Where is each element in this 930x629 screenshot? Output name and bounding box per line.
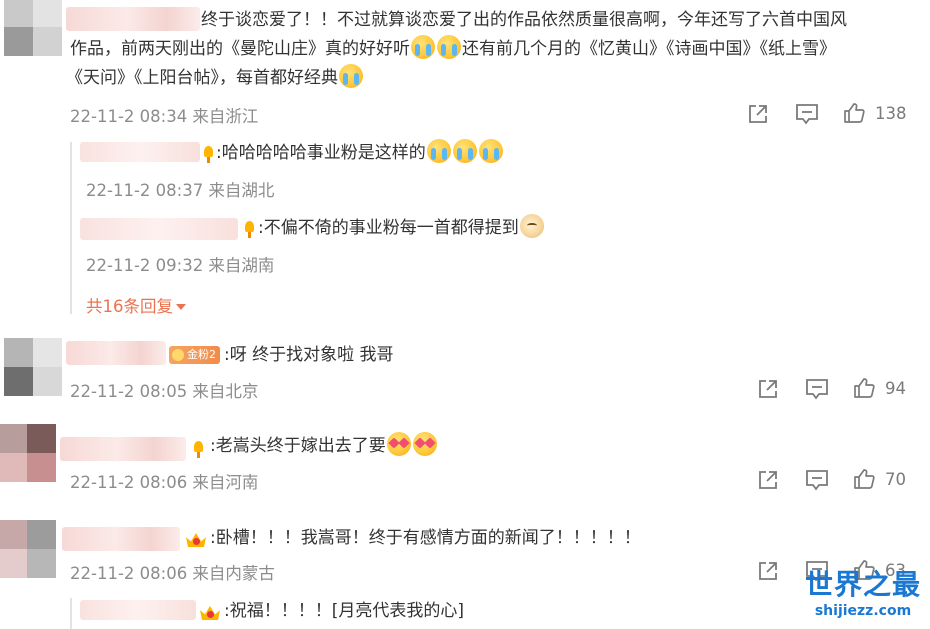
- comment-text: 作品，前两天刚出的《曼陀山庄》真的好好听 还有前几个月的《忆黄山》《诗画中国》《纸…: [70, 35, 836, 64]
- comment-meta: 22-11-2 08:05 来自北京: [70, 382, 259, 401]
- username-blurred[interactable]: [80, 600, 196, 620]
- caret-down-icon: [176, 304, 186, 310]
- crying-emoji-icon: [339, 64, 363, 88]
- share-button[interactable]: [757, 378, 779, 400]
- comment-icon: [796, 104, 818, 125]
- share-icon: [759, 471, 777, 489]
- share-button[interactable]: [757, 560, 779, 582]
- crying-emoji-icon: [426, 139, 451, 163]
- crown-badge-icon: [186, 529, 208, 549]
- reply-text: :祝福！！！！[月亮代表我的心]: [224, 601, 464, 621]
- crying-emoji-icon: [452, 139, 477, 163]
- vip-badge-icon: [192, 441, 205, 458]
- like-button[interactable]: 70: [853, 468, 906, 490]
- reply-text: :哈哈哈哈哈事业粉是这样的: [216, 139, 504, 168]
- vip-badge-icon: [202, 146, 215, 163]
- comment-text: 《天问》《上阳台帖》，每首都好经典: [66, 64, 364, 93]
- doge-emoji-icon: [519, 214, 544, 238]
- comment-icon: [806, 470, 828, 491]
- avatar[interactable]: [4, 338, 62, 396]
- like-count: 70: [885, 469, 906, 489]
- vip-badge-icon: [243, 221, 256, 238]
- like-button[interactable]: 94: [853, 377, 906, 399]
- like-button[interactable]: 138: [843, 102, 907, 124]
- site-watermark: 世界之最 shijiezz.com: [800, 568, 926, 620]
- comment-meta: 22-11-2 08:06 来自河南: [70, 473, 259, 492]
- crying-emoji-icon: [478, 139, 503, 163]
- like-count: 138: [875, 103, 907, 123]
- like-count: 94: [885, 378, 906, 398]
- comment-meta: 22-11-2 08:06 来自内蒙古: [70, 564, 275, 583]
- reply-text: :不偏不倚的事业粉每一首都得提到: [258, 214, 545, 243]
- comment-text: 终于谈恋爱了！！不过就算谈恋爱了出的作品依然质量很高啊，今年还写了六首中国风: [201, 10, 847, 30]
- comment-text: :呀 终于找对象啦 我哥: [224, 345, 394, 365]
- reply-thread: [70, 142, 72, 314]
- username-blurred[interactable]: [60, 437, 186, 461]
- username-blurred[interactable]: [66, 7, 200, 31]
- comment-button[interactable]: [795, 103, 819, 125]
- comment-button[interactable]: [805, 469, 829, 491]
- watermark-title: 世界之最: [804, 568, 921, 601]
- comment-icon: [806, 379, 828, 400]
- heart-eyes-emoji-icon: [386, 432, 411, 456]
- reply-meta: 22-11-2 09:32 来自湖南: [86, 256, 275, 275]
- share-icon: [759, 380, 777, 398]
- avatar[interactable]: [4, 0, 62, 56]
- comment-text: :卧槽！！！我嵩哥！终于有感情方面的新闻了！！！！！: [210, 528, 641, 548]
- share-button[interactable]: [757, 469, 779, 491]
- username-blurred[interactable]: [80, 218, 238, 240]
- crying-emoji-icon: [437, 35, 461, 59]
- username-blurred[interactable]: [80, 142, 200, 162]
- avatar[interactable]: [0, 424, 56, 482]
- thumbs-up-icon: [844, 103, 865, 123]
- crown-badge-icon: [200, 602, 222, 622]
- fan-level-badge: 金粉2: [169, 346, 220, 364]
- share-icon: [759, 562, 777, 580]
- heart-eyes-emoji-icon: [412, 432, 437, 456]
- crying-emoji-icon: [411, 35, 435, 59]
- avatar[interactable]: [0, 520, 56, 578]
- view-more-replies-link[interactable]: 共16条回复: [86, 293, 186, 317]
- reply-meta: 22-11-2 08:37 来自湖北: [86, 181, 275, 200]
- username-blurred[interactable]: [66, 341, 166, 365]
- share-button[interactable]: [747, 103, 769, 125]
- username-blurred[interactable]: [62, 527, 180, 551]
- comment-meta: 22-11-2 08:34 来自浙江: [70, 107, 259, 126]
- watermark-url: shijiezz.com: [814, 603, 912, 619]
- comment-button[interactable]: [805, 378, 829, 400]
- reply-thread: [70, 598, 72, 629]
- comment-text: :老嵩头终于嫁出去了要: [210, 432, 438, 461]
- thumbs-up-icon: [854, 378, 875, 398]
- share-icon: [749, 105, 767, 123]
- thumbs-up-icon: [854, 469, 875, 489]
